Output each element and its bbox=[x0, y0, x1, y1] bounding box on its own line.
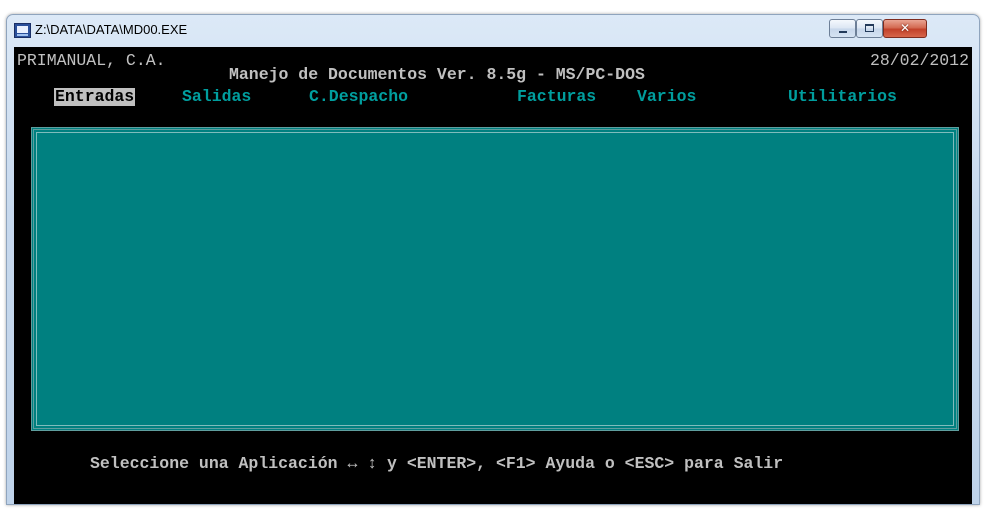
maximize-button[interactable] bbox=[856, 19, 883, 38]
menu-item-salidas[interactable]: Salidas bbox=[182, 88, 251, 106]
dos-app-icon[interactable] bbox=[14, 23, 31, 38]
menu-item-varios[interactable]: Varios bbox=[637, 88, 696, 106]
title-bar[interactable]: Z:\DATA\DATA\MD00.EXE ✕ bbox=[7, 15, 979, 47]
console-window: Z:\DATA\DATA\MD00.EXE ✕ PRIMANUAL, C.A. … bbox=[6, 14, 980, 505]
application-title: Manejo de Documentos Ver. 8.5g - MS/PC-D… bbox=[229, 65, 645, 84]
panel-border bbox=[36, 132, 954, 426]
menu-item-c-despacho[interactable]: C.Despacho bbox=[309, 88, 408, 106]
company-name: PRIMANUAL, C.A. bbox=[17, 51, 166, 70]
menu-item-utilitarios[interactable]: Utilitarios bbox=[788, 88, 897, 106]
minimize-icon bbox=[839, 31, 847, 33]
system-date: 28/02/2012 bbox=[869, 51, 969, 70]
status-help-line: Seleccione una Aplicación ↔ ↕ y <ENTER>,… bbox=[90, 454, 784, 473]
menu-item-facturas[interactable]: Facturas bbox=[517, 88, 596, 106]
console-screen[interactable]: PRIMANUAL, C.A. 28/02/2012 Manejo de Doc… bbox=[14, 47, 972, 504]
close-icon: ✕ bbox=[899, 21, 911, 35]
close-button[interactable]: ✕ bbox=[883, 19, 927, 38]
maximize-icon bbox=[865, 24, 874, 32]
minimize-button[interactable] bbox=[829, 19, 856, 38]
menu-item-entradas[interactable]: Entradas bbox=[54, 88, 136, 106]
application-panel bbox=[31, 127, 959, 431]
window-title: Z:\DATA\DATA\MD00.EXE bbox=[35, 22, 188, 37]
